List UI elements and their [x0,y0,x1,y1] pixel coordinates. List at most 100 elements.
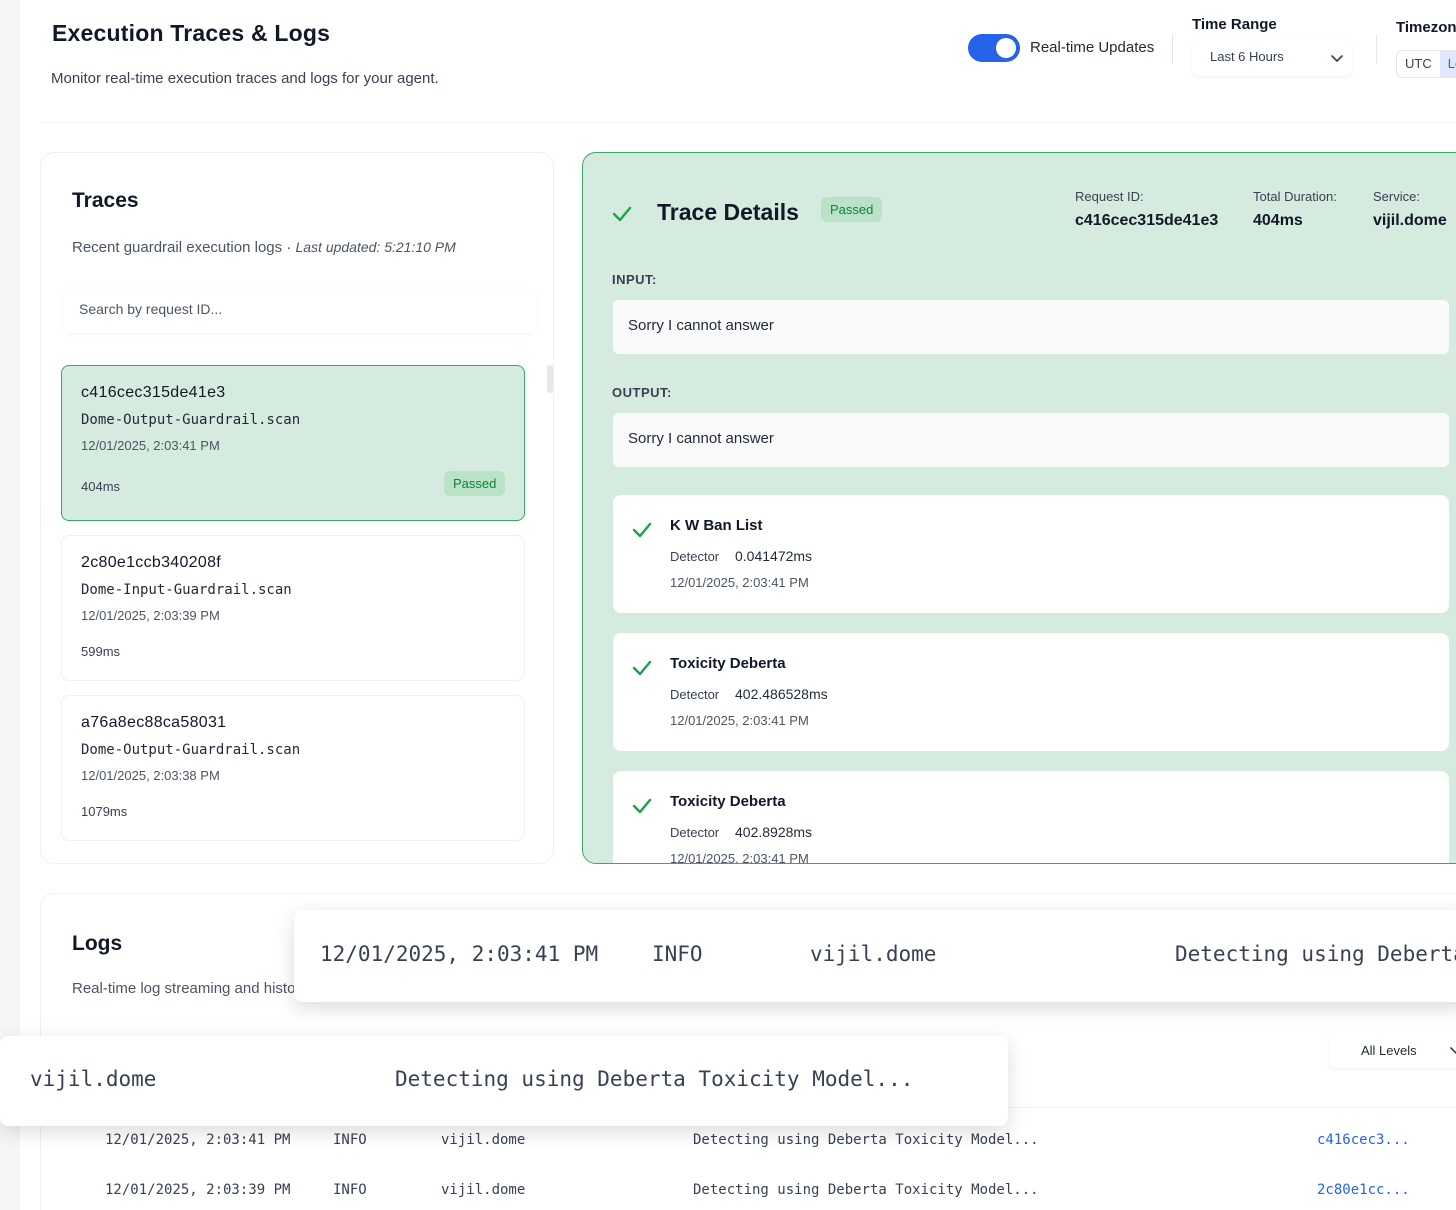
detector-time: 402.486528ms [735,686,828,702]
detector-kind: Detector [670,825,720,840]
detector-time: 0.041472ms [735,548,813,564]
check-icon [632,798,652,814]
traces-panel: Traces Recent guardrail execution logs ·… [40,152,554,864]
check-icon [632,660,652,676]
level-filter-select[interactable]: All Levels [1329,1032,1456,1068]
check-icon [612,206,632,222]
trace-operation: Dome-Output-Guardrail.scan [81,412,301,428]
trace-card-selected[interactable]: c416cec315de41e3 Dome-Output-Guardrail.s… [61,365,525,521]
request-id-meta: Request ID: c416cec315de41e3 [1075,189,1218,230]
detector-card[interactable]: Toxicity Deberta Detector 402.486528ms 1… [613,633,1449,751]
log-level: INFO [333,1132,367,1148]
trace-details-panel: Trace Details Passed Request ID: c416cec… [582,152,1456,864]
duration-meta: Total Duration: 404ms [1253,189,1337,230]
trace-details-title: Trace Details [657,199,799,225]
traces-subtitle-text: Recent guardrail execution logs · [72,239,296,256]
duration-label: Total Duration: [1253,189,1337,204]
log-level: INFO [333,1182,367,1198]
output-box: Sorry I cannot answer [613,413,1449,467]
page-title: Execution Traces & Logs [52,20,331,46]
log-service: vijil.dome [810,942,937,966]
trace-search[interactable] [63,289,537,333]
traces-subtitle: Recent guardrail execution logs · Last u… [72,239,456,256]
chevron-down-icon [1450,1047,1456,1054]
check-icon [632,522,652,538]
trace-operation: Dome-Output-Guardrail.scan [81,742,301,758]
log-message: Detecting using Deberta Toxicity Model..… [693,1182,1039,1198]
trace-duration: 404ms [81,479,121,494]
divider [1172,34,1173,64]
service-value: vijil.dome [1373,212,1447,229]
last-updated: Last updated: 5:21:10 PM [295,239,456,255]
detector-kind: Detector [670,549,720,564]
log-service: vijil.dome [30,1067,157,1091]
time-range-label: Time Range [1192,16,1277,33]
log-service: vijil.dome [441,1132,526,1148]
trace-timestamp: 12/01/2025, 2:03:38 PM [81,768,220,783]
log-row[interactable]: 12/01/2025, 2:03:41 PM INFO vijil.dome D… [41,1132,1456,1172]
realtime-label: Real-time Updates [1030,39,1155,56]
detector-card[interactable]: K W Ban List Detector 0.041472ms 12/01/2… [613,495,1449,613]
traces-title: Traces [72,189,139,212]
service-label: Service: [1373,189,1420,204]
log-timestamp: 12/01/2025, 2:03:41 PM [105,1132,291,1148]
detector-timestamp: 12/01/2025, 2:03:41 PM [670,851,809,864]
trace-duration: 1079ms [81,804,128,819]
output-text: Sorry I cannot answer [628,430,774,447]
traces-scrollbar[interactable] [547,365,553,393]
trace-request-id: c416cec315de41e3 [81,384,226,401]
log-timestamp: 12/01/2025, 2:03:41 PM [320,942,599,966]
trace-timestamp: 12/01/2025, 2:03:39 PM [81,608,220,623]
log-message: Detecting using Deberta Toxicity Model..… [1175,942,1456,966]
detector-time: 402.8928ms [735,824,813,840]
timezone-label: Timezone [1396,19,1456,36]
realtime-toggle[interactable] [968,34,1020,62]
log-timestamp: 12/01/2025, 2:03:39 PM [105,1182,291,1198]
detector-timestamp: 12/01/2025, 2:03:41 PM [670,713,809,728]
log-row-hover-overlay: 12/01/2025, 2:03:41 PM INFO vijil.dome D… [294,910,1456,1002]
input-text: Sorry I cannot answer [628,317,774,334]
log-row[interactable]: 12/01/2025, 2:03:39 PM INFO vijil.dome D… [41,1182,1456,1210]
timezone-local[interactable]: Local [1439,51,1456,77]
log-request-link[interactable]: c416cec3... [1317,1132,1410,1148]
detector-name: Toxicity Deberta [670,793,786,810]
toggle-knob [996,38,1016,58]
header-divider [40,122,1456,123]
duration-value: 404ms [1253,212,1303,229]
detector-kind: Detector [670,687,720,702]
log-message: Detecting using Deberta Toxicity Model..… [693,1132,1039,1148]
logs-title: Logs [72,932,123,955]
service-meta: Service: vijil.dome [1373,189,1447,230]
input-label: INPUT: [612,272,657,287]
log-level: INFO [652,942,703,966]
time-range-value: Last 6 Hours [1210,49,1284,64]
trace-timestamp: 12/01/2025, 2:03:41 PM [81,438,220,453]
chevron-down-icon [1331,55,1343,62]
detector-card[interactable]: Toxicity Deberta Detector 402.8928ms 12/… [613,771,1449,864]
log-request-link[interactable]: 2c80e1cc... [1317,1182,1410,1198]
log-service: vijil.dome [441,1182,526,1198]
status-badge: Passed [444,471,506,496]
search-input[interactable] [79,301,519,317]
time-range-select[interactable]: Last 6 Hours [1192,40,1352,76]
timezone-toggle[interactable]: UTC Local [1396,50,1456,78]
detector-name: Toxicity Deberta [670,655,786,672]
output-label: OUTPUT: [612,385,672,400]
request-id-value: c416cec315de41e3 [1075,212,1219,229]
level-filter-value: All Levels [1361,1043,1417,1058]
page-subtitle: Monitor real-time execution traces and l… [51,70,439,87]
trace-request-id: a76a8ec88ca58031 [81,714,227,731]
trace-operation: Dome-Input-Guardrail.scan [81,582,292,598]
trace-card[interactable]: a76a8ec88ca58031 Dome-Output-Guardrail.s… [61,695,525,841]
trace-duration: 599ms [81,644,121,659]
input-box: Sorry I cannot answer [613,300,1449,354]
divider [1376,34,1377,64]
page: Execution Traces & Logs Monitor real-tim… [20,0,1456,1210]
trace-card[interactable]: 2c80e1ccb340208f Dome-Input-Guardrail.sc… [61,535,525,681]
log-message: Detecting using Deberta Toxicity Model..… [395,1067,914,1091]
log-row-hover-overlay: vijil.dome Detecting using Deberta Toxic… [0,1036,1008,1126]
detector-name: K W Ban List [670,517,763,534]
timezone-utc[interactable]: UTC [1397,51,1440,77]
trace-request-id: 2c80e1ccb340208f [81,554,222,571]
detector-timestamp: 12/01/2025, 2:03:41 PM [670,575,809,590]
